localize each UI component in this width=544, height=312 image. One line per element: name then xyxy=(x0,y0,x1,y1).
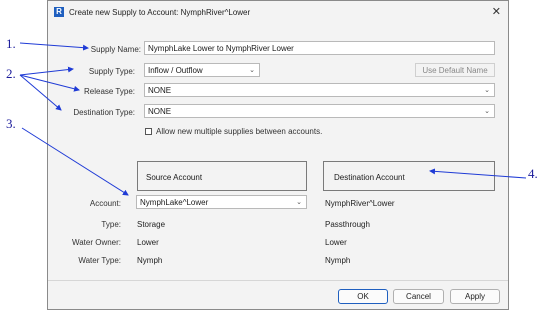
arrow-1 xyxy=(19,42,89,51)
arrow-2a xyxy=(19,66,74,76)
arrow-4 xyxy=(429,168,527,179)
arrow-3 xyxy=(21,127,129,196)
annotation-arrows xyxy=(19,42,527,196)
